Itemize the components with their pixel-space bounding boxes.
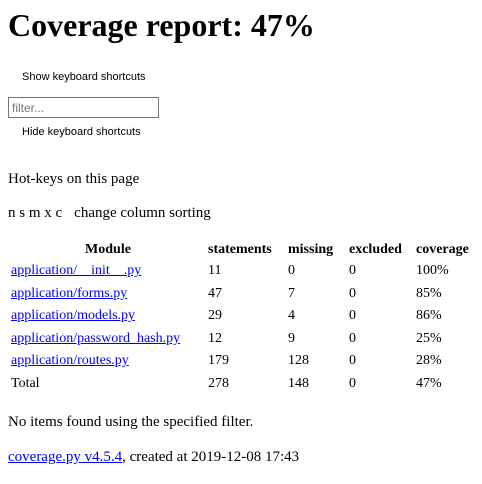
module-link[interactable]: application/__init__.py (11, 263, 141, 278)
hotkeys-keys: n s m x c (8, 205, 63, 221)
coverage-cell: 85% (416, 285, 442, 301)
coverage-cell: 28% (416, 353, 442, 369)
module-cell: application/models.py (8, 305, 205, 328)
excluded-cell: 0 (349, 330, 356, 346)
coverage-cell: 100% (416, 263, 449, 279)
module-cell: application/password_hash.py (8, 328, 205, 351)
total-coverage: 47% (416, 375, 442, 391)
table-header-row: Module statements missing excluded cover… (8, 239, 476, 260)
module-cell: application/__init__.py (8, 260, 205, 283)
table-row: application/__init__.py 11 0 0 100% (8, 260, 476, 283)
module-cell: application/routes.py (8, 350, 205, 373)
coverage-cell: 86% (416, 308, 442, 324)
table-row: application/forms.py 47 7 0 85% (8, 283, 476, 306)
missing-cell: 128 (288, 353, 309, 369)
column-header-excluded[interactable]: excluded (346, 239, 413, 260)
filter-input[interactable] (8, 97, 159, 118)
missing-cell: 4 (288, 308, 295, 324)
missing-cell: 0 (288, 263, 295, 279)
coverage-cell: 25% (416, 330, 442, 346)
hotkeys-line: n s m x c change column sorting (8, 204, 211, 222)
total-row: Total 278 148 0 47% (8, 373, 476, 396)
total-missing: 148 (288, 375, 309, 391)
coverage-version-link[interactable]: coverage.py v4.5.4 (8, 449, 122, 465)
module-link[interactable]: application/password_hash.py (11, 331, 180, 346)
hotkeys-heading: Hot-keys on this page (8, 171, 140, 187)
module-link[interactable]: application/forms.py (11, 286, 127, 301)
table-row: application/models.py 29 4 0 86% (8, 305, 476, 328)
excluded-cell: 0 (349, 263, 356, 279)
statements-cell: 29 (208, 308, 222, 324)
statements-cell: 179 (208, 353, 229, 369)
table-row: application/routes.py 179 128 0 28% (8, 350, 476, 373)
show-keyboard-shortcuts-button[interactable]: Show keyboard shortcuts (22, 70, 146, 84)
footer: coverage.py v4.5.4, created at 2019-12-0… (8, 448, 299, 466)
excluded-cell: 0 (349, 285, 356, 301)
column-header-coverage[interactable]: coverage (413, 239, 476, 260)
total-label: Total (11, 375, 40, 391)
module-link[interactable]: application/routes.py (11, 353, 129, 368)
excluded-cell: 0 (349, 353, 356, 369)
total-statements: 278 (208, 375, 229, 391)
excluded-cell: 0 (349, 308, 356, 324)
statements-cell: 47 (208, 285, 222, 301)
hotkeys-description: change column sorting (74, 205, 211, 221)
missing-cell: 9 (288, 330, 295, 346)
table-row: application/password_hash.py 12 9 0 25% (8, 328, 476, 351)
no-items-message: No items found using the specified filte… (8, 414, 254, 430)
total-excluded: 0 (349, 375, 356, 391)
page-title: Coverage report: 47% (8, 7, 315, 43)
module-cell: application/forms.py (8, 283, 205, 306)
statements-cell: 11 (208, 263, 222, 279)
missing-cell: 7 (288, 285, 295, 301)
statements-cell: 12 (208, 330, 222, 346)
hide-keyboard-shortcuts-button[interactable]: Hide keyboard shortcuts (22, 125, 141, 139)
column-header-module[interactable]: Module (8, 239, 205, 260)
created-at-text: , created at 2019-12-08 17:43 (122, 449, 300, 465)
coverage-table: Module statements missing excluded cover… (8, 239, 476, 395)
column-header-missing[interactable]: missing (285, 239, 346, 260)
column-header-statements[interactable]: statements (205, 239, 285, 260)
module-link[interactable]: application/models.py (11, 308, 135, 323)
